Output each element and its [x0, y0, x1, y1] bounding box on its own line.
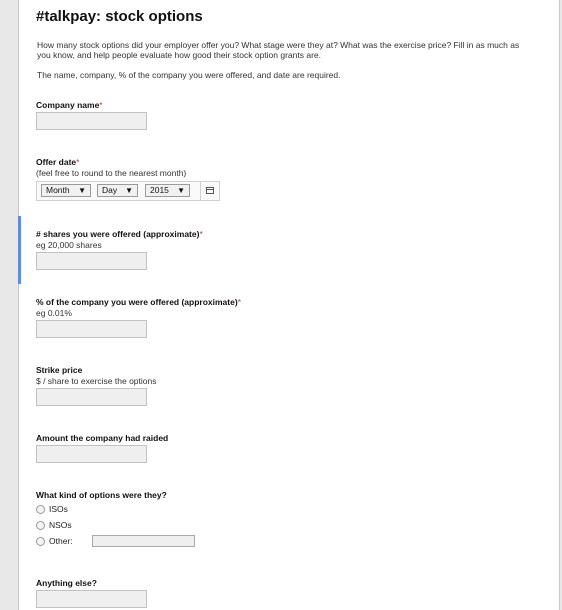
month-select[interactable]: Month ▼ [41, 184, 91, 197]
required-mark: * [99, 100, 103, 110]
strike-help: $ / share to exercise the options [36, 376, 157, 386]
shares-label: # shares you were offered (approximate)* [36, 229, 203, 239]
strike-price-input[interactable] [36, 388, 147, 406]
required-mark: * [199, 229, 203, 239]
offer-date-picker: Month ▼ Day ▼ 2015 ▼ [36, 181, 220, 201]
radio-label: ISOs [49, 504, 68, 514]
radio-button[interactable] [36, 505, 45, 514]
radio-label: Other: [49, 536, 73, 546]
amount-raised-input[interactable] [36, 445, 147, 463]
percent-label: % of the company you were offered (appro… [36, 297, 241, 307]
day-select[interactable]: Day ▼ [97, 184, 138, 197]
form-title: #talkpay: stock options [36, 8, 203, 25]
offer-date-help: (feel free to round to the nearest month… [36, 168, 187, 178]
dropdown-arrow-icon: ▼ [125, 186, 133, 195]
form-required-note: The name, company, % of the company you … [37, 70, 341, 80]
strike-label: Strike price [36, 365, 83, 375]
anything-else-label: Anything else? [36, 578, 97, 588]
radio-button[interactable] [36, 521, 45, 530]
year-select[interactable]: 2015 ▼ [145, 184, 190, 197]
radio-label: NSOs [49, 520, 72, 530]
offer-date-label: Offer date* [36, 157, 80, 167]
required-mark: * [237, 297, 241, 307]
active-question-indicator [18, 216, 21, 284]
radio-button[interactable] [36, 537, 45, 546]
company-name-input[interactable] [36, 112, 147, 130]
calendar-icon [206, 187, 214, 194]
raised-label: Amount the company had raided [36, 433, 169, 443]
percent-help: eg 0.01% [36, 308, 72, 318]
form-description: How many stock options did your employer… [37, 40, 520, 60]
calendar-button[interactable] [200, 182, 220, 200]
shares-help: eg 20,000 shares [36, 240, 102, 250]
required-mark: * [76, 157, 80, 167]
shares-input[interactable] [36, 252, 147, 270]
anything-else-input[interactable] [36, 590, 147, 608]
kind-label: What kind of options were they? [36, 490, 167, 500]
dropdown-arrow-icon: ▼ [78, 186, 86, 195]
percent-input[interactable] [36, 320, 147, 338]
other-input[interactable] [92, 535, 195, 547]
form-sheet: #talkpay: stock options How many stock o… [18, 0, 560, 610]
company-label: Company name* [36, 100, 103, 110]
dropdown-arrow-icon: ▼ [177, 186, 185, 195]
